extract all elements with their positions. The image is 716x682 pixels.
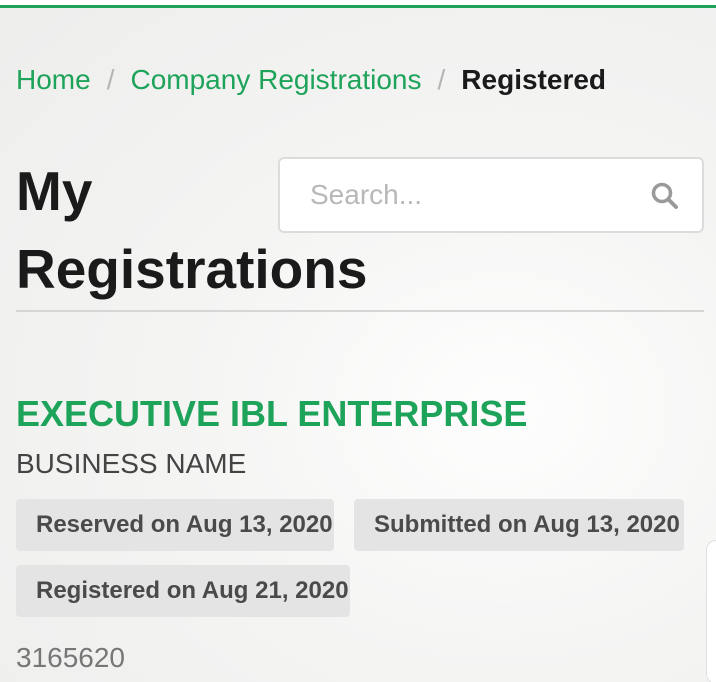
side-card-edge — [706, 540, 716, 682]
search-icon[interactable] — [650, 181, 680, 211]
search-box[interactable] — [278, 157, 704, 233]
registration-name-link[interactable]: EXECUTIVE IBL ENTERPRISE — [16, 390, 527, 438]
main-content: Home / Company Registrations / Registere… — [0, 0, 716, 682]
registration-type: BUSINESS NAME — [16, 448, 247, 479]
breadcrumb-current: Registered — [461, 64, 607, 95]
title-divider — [16, 310, 704, 312]
reserved-date-badge: Reserved on Aug 13, 2020 — [16, 499, 334, 551]
breadcrumb-separator: / — [106, 64, 115, 95]
registration-number: 3165620 — [16, 642, 126, 673]
breadcrumb-separator: / — [437, 64, 446, 95]
search-input[interactable] — [308, 178, 632, 212]
breadcrumb-company-registrations-link[interactable]: Company Registrations — [130, 60, 421, 100]
top-accent-bar — [0, 0, 716, 8]
submitted-date-badge: Submitted on Aug 13, 2020 — [354, 499, 684, 551]
breadcrumb-home-link[interactable]: Home — [16, 60, 91, 100]
breadcrumb: Home / Company Registrations / Registere… — [16, 60, 606, 100]
registered-date-badge: Registered on Aug 21, 2020 — [16, 565, 350, 617]
